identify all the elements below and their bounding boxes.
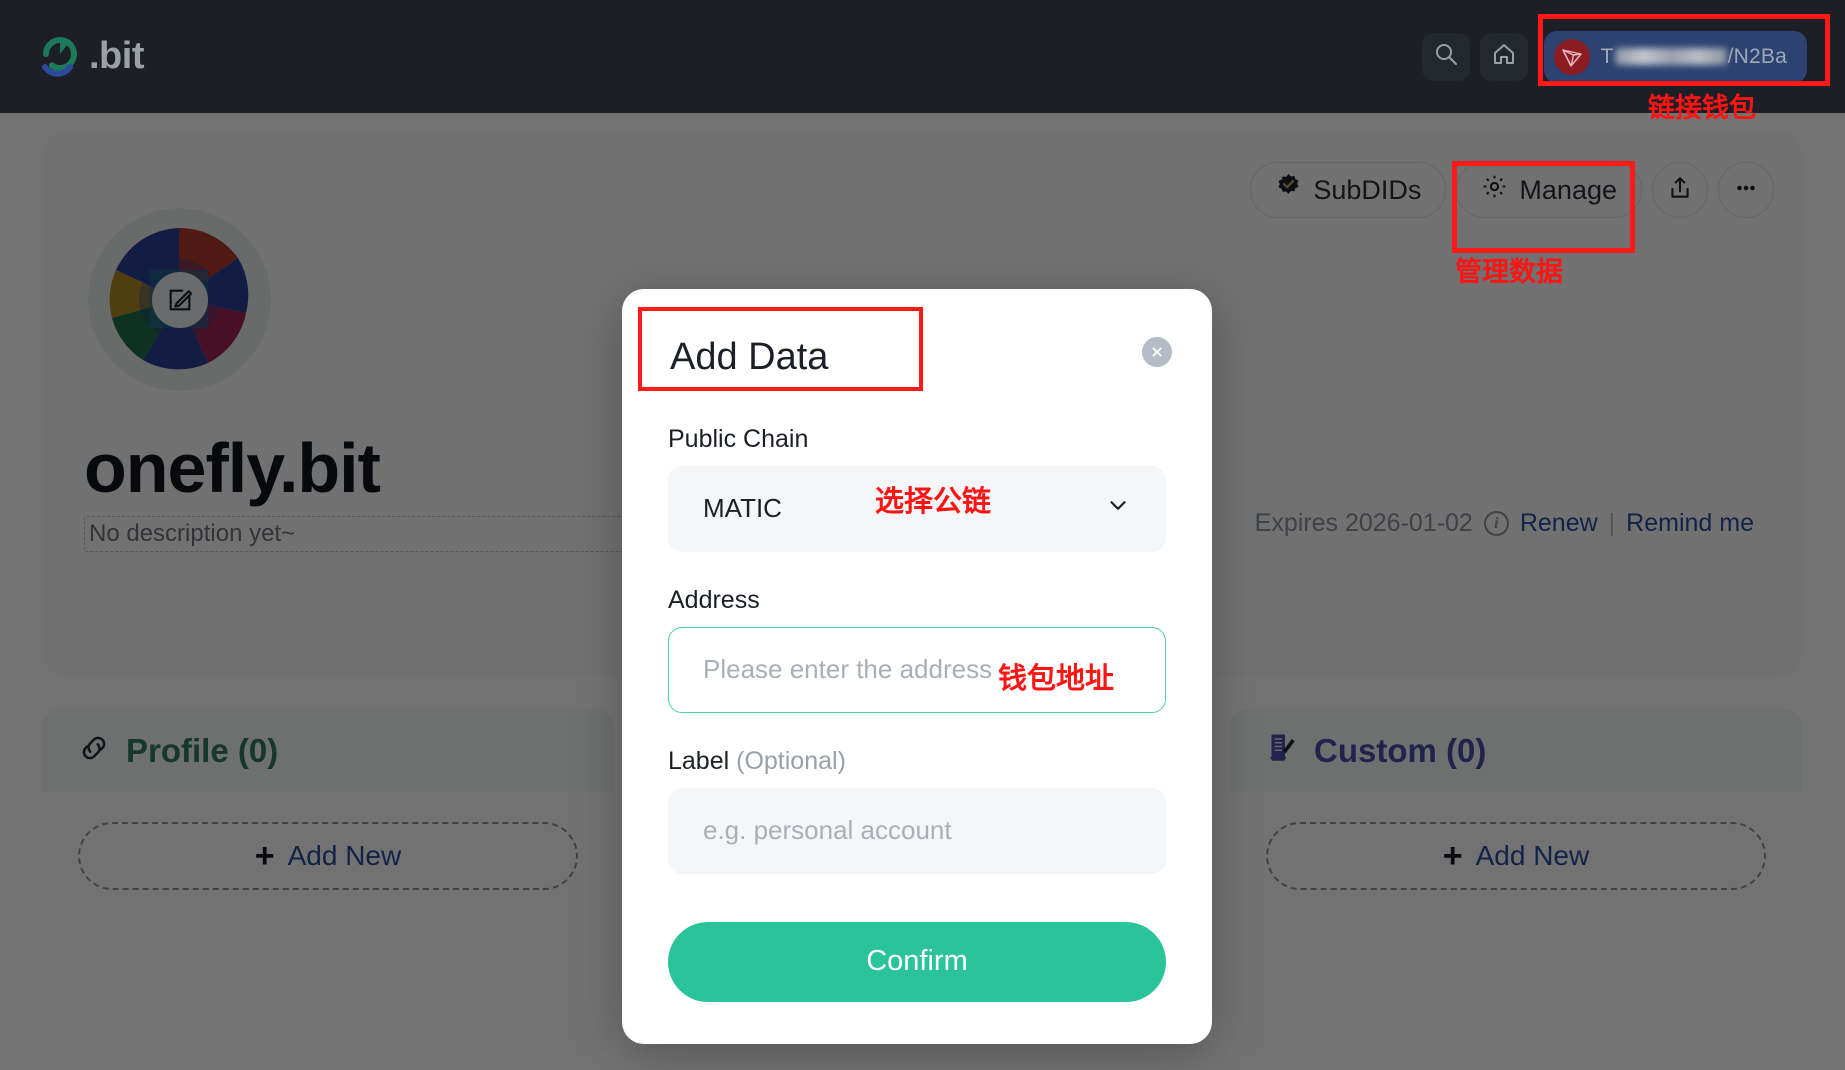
bit-logo-icon	[38, 34, 84, 80]
wallet-address-redacted: XXXXXXXXXX	[1614, 48, 1727, 65]
address-placeholder: Please enter the address	[703, 654, 993, 685]
logo-text: .bit	[89, 35, 144, 77]
tron-icon	[1553, 38, 1590, 75]
annotation-wallet-address: 钱包地址	[998, 661, 1115, 695]
site-header: .bit T /N2Ba	[0, 0, 1845, 113]
home-icon	[1491, 41, 1517, 72]
app-root: .bit T /N2Ba Add Data Public Chain MATIC…	[0, 0, 1845, 1070]
public-chain-value: MATIC	[703, 493, 782, 524]
label-placeholder: e.g. personal account	[703, 815, 952, 846]
search-button[interactable]	[1421, 32, 1470, 81]
wallet-button[interactable]: T XXXXXXXXXX /N2Ba	[1543, 30, 1807, 83]
label-input[interactable]: e.g. personal account	[668, 787, 1166, 874]
label-field-text: Label	[668, 746, 730, 775]
add-data-modal: Add Data Public Chain MATIC Address Plea…	[622, 289, 1212, 1044]
chevron-down-icon	[1105, 492, 1131, 525]
modal-title: Add Data	[670, 336, 829, 378]
wallet-address: T XXXXXXXXXX /N2Ba	[1601, 45, 1787, 69]
home-button[interactable]	[1479, 32, 1528, 81]
wallet-address-prefix: T	[1600, 44, 1614, 68]
annotation-select-chain: 选择公链	[875, 484, 992, 518]
search-icon	[1433, 41, 1459, 72]
close-icon[interactable]	[1142, 337, 1172, 367]
public-chain-label: Public Chain	[668, 424, 809, 453]
confirm-button[interactable]: Confirm	[668, 921, 1166, 1002]
label-field-label: Label (Optional)	[668, 747, 1166, 776]
header-actions: T XXXXXXXXXX /N2Ba	[1421, 30, 1807, 83]
address-label: Address	[668, 585, 760, 614]
logo[interactable]: .bit	[38, 34, 144, 80]
label-field-optional: (Optional)	[736, 746, 846, 775]
